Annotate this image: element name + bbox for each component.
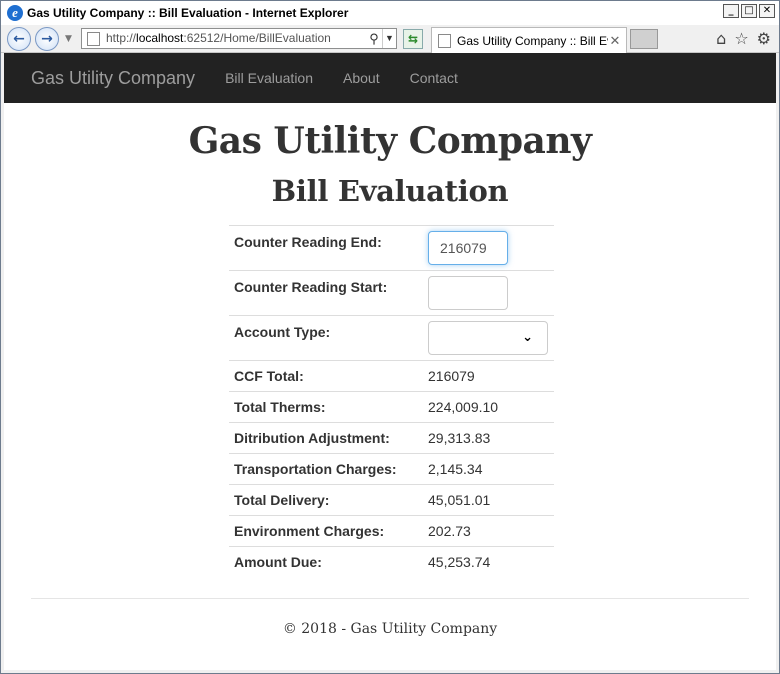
chevron-down-icon: ⌄ <box>522 330 533 345</box>
page-heading: Gas Utility Company <box>188 120 592 162</box>
ccf-total-value: 216079 <box>423 360 554 392</box>
environment-charges-label: Environment Charges: <box>229 515 423 547</box>
footer-copyright: © 2018 - Gas Utility Company <box>282 621 498 637</box>
counter-start-input[interactable] <box>428 276 508 310</box>
table-row: Amount Due: 45,253.74 <box>229 546 554 578</box>
browser-tab[interactable]: Gas Utility Company :: Bill Ev... ✕ <box>431 27 627 53</box>
table-row: Counter Reading End: <box>229 225 554 271</box>
history-dropdown-icon[interactable]: ▼ <box>65 33 72 45</box>
table-row: Total Delivery: 45,051.01 <box>229 484 554 516</box>
total-therms-label: Total Therms: <box>229 391 423 423</box>
address-dropdown-icon[interactable]: ▼ <box>382 29 396 48</box>
table-row: Environment Charges: 202.73 <box>229 515 554 547</box>
table-row: Counter Reading Start: <box>229 270 554 316</box>
counter-end-input[interactable] <box>428 231 508 265</box>
page-subheading: Bill Evaluation <box>271 174 509 208</box>
total-delivery-label: Total Delivery: <box>229 484 423 516</box>
table-row: CCF Total: 216079 <box>229 360 554 392</box>
forward-arrow-icon[interactable]: → <box>35 27 59 51</box>
transportation-charges-value: 2,145.34 <box>423 453 554 485</box>
title-bar: e Gas Utility Company :: Bill Evaluation… <box>1 1 779 25</box>
environment-charges-value: 202.73 <box>423 515 554 547</box>
distribution-adjustment-value: 29,313.83 <box>423 422 554 454</box>
account-type-select[interactable]: ⌄ <box>428 321 548 355</box>
browser-tool-icons: ⌂ ☆ ⚙ <box>716 29 771 49</box>
total-therms-value: 224,009.10 <box>423 391 554 423</box>
table-row: Transportation Charges: 2,145.34 <box>229 453 554 485</box>
refresh-icon[interactable]: ⇆ <box>403 29 423 49</box>
new-tab-button[interactable] <box>630 29 658 49</box>
tab-page-icon <box>438 33 451 48</box>
favorites-star-icon[interactable]: ☆ <box>734 29 748 49</box>
window-title: Gas Utility Company :: Bill Evaluation -… <box>27 6 349 20</box>
account-type-label: Account Type: <box>229 315 423 361</box>
home-icon[interactable]: ⌂ <box>716 29 726 49</box>
counter-start-label: Counter Reading Start: <box>229 270 423 316</box>
counter-end-label: Counter Reading End: <box>229 225 423 271</box>
brand-link[interactable]: Gas Utility Company <box>31 53 195 103</box>
browser-toolbar: ← → ▼ http://localhost:62512/Home/BillEv… <box>1 25 779 53</box>
address-url[interactable]: http://localhost:62512/Home/BillEvaluati… <box>106 29 366 48</box>
distribution-adjustment-label: Ditribution Adjustment: <box>229 422 423 454</box>
page-viewport: Gas Utility Company Bill Evaluation Abou… <box>4 53 776 670</box>
nav-link-contact[interactable]: Contact <box>410 53 458 103</box>
nav-link-bill-evaluation[interactable]: Bill Evaluation <box>225 53 313 103</box>
total-delivery-value: 45,051.01 <box>423 484 554 516</box>
maximize-button[interactable]: □ <box>741 4 757 18</box>
address-bar[interactable]: http://localhost:62512/Home/BillEvaluati… <box>81 28 397 49</box>
ccf-total-label: CCF Total: <box>229 360 423 392</box>
table-row: Total Therms: 224,009.10 <box>229 391 554 423</box>
table-row: Account Type: ⌄ <box>229 315 554 361</box>
nav-link-about[interactable]: About <box>343 53 380 103</box>
amount-due-label: Amount Due: <box>229 546 423 578</box>
site-navbar: Gas Utility Company Bill Evaluation Abou… <box>4 53 776 103</box>
page-icon <box>87 31 100 46</box>
close-button[interactable]: ✕ <box>759 4 775 18</box>
search-icon[interactable]: ⚲ <box>366 29 382 48</box>
window-controls: _ □ ✕ <box>723 4 775 18</box>
amount-due-value: 45,253.74 <box>423 546 554 578</box>
browser-window: e Gas Utility Company :: Bill Evaluation… <box>0 0 780 674</box>
tab-title: Gas Utility Company :: Bill Ev... <box>457 33 608 48</box>
table-row: Ditribution Adjustment: 29,313.83 <box>229 422 554 454</box>
minimize-button[interactable]: _ <box>723 4 739 18</box>
internet-explorer-icon: e <box>7 5 23 21</box>
footer-divider <box>31 598 749 599</box>
bill-table: Counter Reading End: Counter Reading Sta… <box>229 225 554 578</box>
transportation-charges-label: Transportation Charges: <box>229 453 423 485</box>
back-arrow-icon[interactable]: ← <box>7 27 31 51</box>
tools-gear-icon[interactable]: ⚙ <box>757 29 771 49</box>
tab-close-icon[interactable]: ✕ <box>608 29 622 53</box>
